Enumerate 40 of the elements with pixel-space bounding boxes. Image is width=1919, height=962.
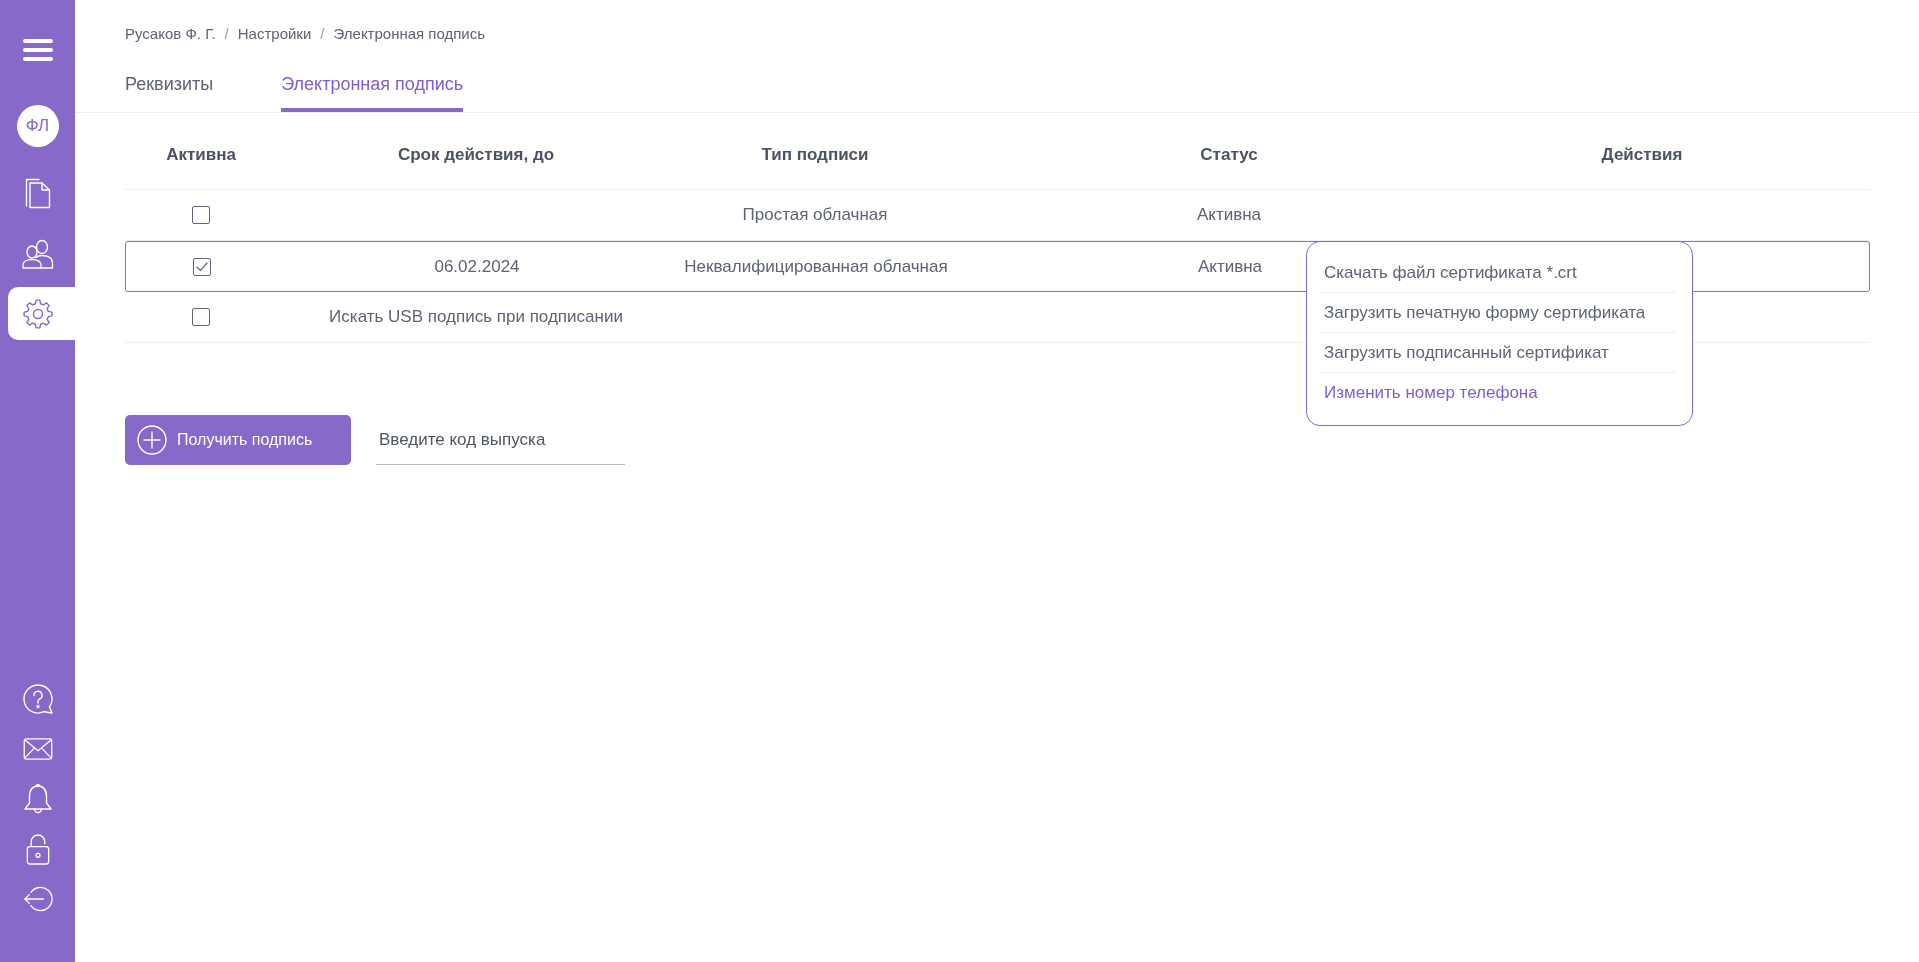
user-avatar[interactable]: ФЛ bbox=[16, 105, 59, 147]
table-cell-text: Активна bbox=[1197, 255, 1263, 278]
column-header: Тип подписи bbox=[761, 143, 869, 166]
get-signature-button[interactable]: Получить подпись bbox=[125, 415, 351, 465]
table-cell-text: Искать USB подпись при подписании bbox=[329, 306, 623, 329]
breadcrumb-current: Электронная подпись bbox=[333, 24, 486, 44]
padlock-icon[interactable] bbox=[25, 833, 50, 865]
logout-icon[interactable] bbox=[22, 886, 53, 912]
column-header: Статус bbox=[1200, 143, 1258, 166]
column-header: Срок действия, до bbox=[397, 143, 555, 166]
people-icon bbox=[21, 238, 54, 269]
release-code-input[interactable]: Введите код выпуска bbox=[376, 415, 625, 465]
menu-item[interactable]: Загрузить подписанный сертификат bbox=[1321, 333, 1676, 373]
column-header: Активна bbox=[166, 143, 236, 166]
column-header: Действия bbox=[1601, 143, 1683, 166]
table-cell-text: Активна bbox=[1196, 204, 1262, 227]
breadcrumb-link[interactable]: Русаков Ф. Г. bbox=[125, 24, 216, 44]
sidebar-nav-button[interactable] bbox=[8, 287, 75, 340]
table-cell-text: Простая облачная bbox=[742, 204, 888, 227]
plus-circle-icon bbox=[137, 425, 167, 455]
checkbox[interactable] bbox=[193, 257, 211, 276]
bell-icon[interactable] bbox=[23, 783, 52, 815]
tab[interactable]: Реквизиты bbox=[125, 72, 214, 112]
settings-icon bbox=[22, 298, 53, 329]
table-cell-text: Неквалифицированная облачная bbox=[684, 255, 948, 278]
checkbox[interactable] bbox=[192, 308, 210, 326]
menu-item[interactable]: Скачать файл сертификата *.crt bbox=[1321, 253, 1676, 293]
menu-item[interactable]: Загрузить печатную форму сертификата bbox=[1321, 293, 1676, 333]
checkbox[interactable] bbox=[192, 206, 210, 224]
breadcrumb-link[interactable]: Настройки bbox=[237, 24, 312, 44]
menu-icon[interactable] bbox=[22, 39, 53, 61]
pages-icon bbox=[24, 178, 51, 209]
checkmark-icon bbox=[196, 261, 208, 272]
envelope-icon[interactable] bbox=[22, 738, 53, 760]
tab[interactable]: Электронная подпись bbox=[281, 72, 464, 112]
table-cell-text: 06.02.2024 bbox=[434, 255, 520, 278]
menu-item[interactable]: Изменить номер телефона bbox=[1321, 373, 1676, 413]
help-icon[interactable] bbox=[22, 684, 53, 714]
breadcrumb-separator: / bbox=[224, 24, 229, 44]
breadcrumb-separator: / bbox=[320, 24, 325, 44]
